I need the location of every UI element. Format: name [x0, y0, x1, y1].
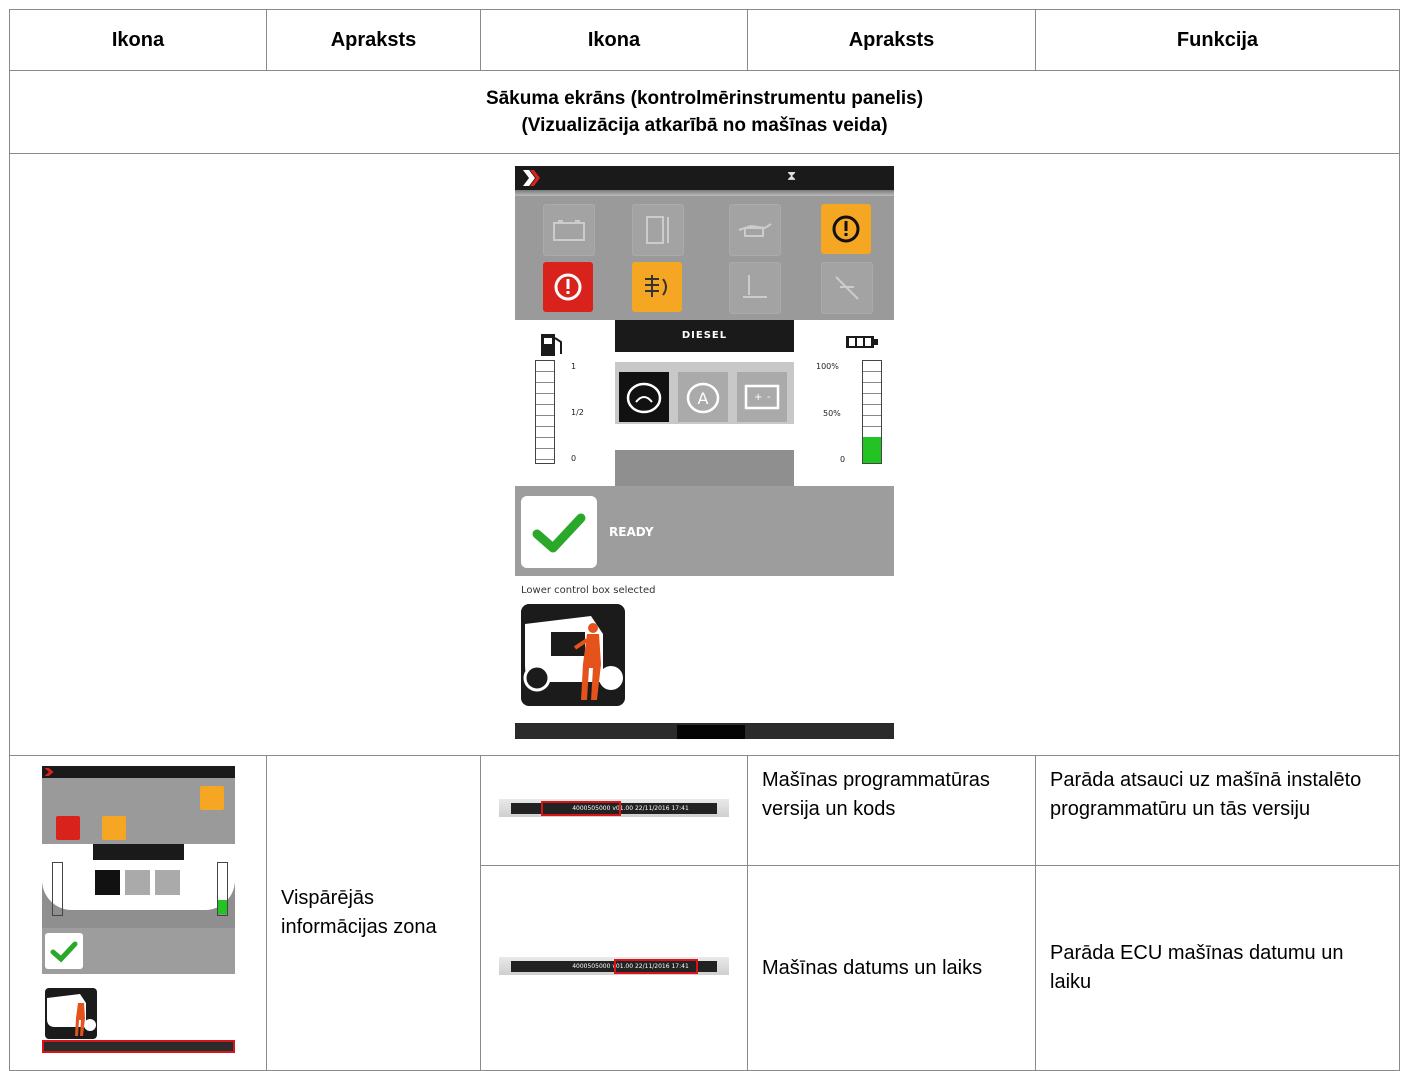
- fuel-tick-full: 1: [571, 361, 577, 371]
- header-icon-1: Ikona: [9, 9, 267, 71]
- software-strip-cell: 4000505000 v01.00 22/11/2016 17:41: [480, 755, 748, 866]
- engine-alarm-icon: [543, 261, 593, 312]
- svg-text:+: +: [754, 392, 762, 403]
- header-function: Funkcija: [1035, 9, 1400, 71]
- fuel-level-bar: [535, 359, 555, 464]
- auto-mode-icon: A: [686, 382, 720, 413]
- thumb-battery-fill: [217, 900, 227, 914]
- thumbnail-cell: [9, 755, 267, 1071]
- ready-check-tile: [521, 495, 597, 568]
- svg-text:A: A: [698, 389, 709, 408]
- thumb-auto-icon: [124, 870, 150, 895]
- dashboard-image-cell: ⧗ DIESEL 1 1/2 0 100% 50% 0 A + - READY …: [9, 153, 1400, 756]
- zone-description: Vispārējās informācijas zona: [266, 755, 481, 1071]
- section-title-line-2: (Vizualizācija atkarībā no mašīnas veida…: [521, 115, 888, 136]
- thumb-fuel-bar: [51, 862, 63, 916]
- dashboard-image-row: ⧗ DIESEL 1 1/2 0 100% 50% 0 A + - READY …: [9, 153, 1400, 756]
- thumb-air-filter-icon: [101, 816, 126, 840]
- thumb-engine-alarm-icon: [55, 816, 80, 840]
- battery-tick-half: 50%: [823, 408, 841, 418]
- coolant-temperature-icon: [632, 203, 684, 256]
- engine-warning-icon: [821, 203, 871, 254]
- legend-table: Ikona Apraksts Ikona Apraksts Funkcija S…: [9, 9, 1400, 1071]
- fuel-tick-half: 1/2: [571, 407, 584, 417]
- datetime-highlight-box: [614, 958, 698, 974]
- info-row-1: Vispārējās informācijas zona 4000505000 …: [9, 755, 1400, 1071]
- auto-mode-icon-tile: A: [678, 371, 728, 422]
- software-code-2: 4000505000: [572, 962, 611, 970]
- fuel-pump-icon: [541, 333, 562, 356]
- bottom-bar-center: [677, 724, 745, 739]
- header-row: Ikona Apraksts Ikona Apraksts Funkcija: [9, 9, 1400, 71]
- hourglass-icon: ⧗: [787, 168, 797, 184]
- battery-level-fill: [863, 437, 881, 463]
- datetime-strip-cell: 4000505000 v01.00 22/11/2016 17:41: [480, 865, 748, 1071]
- checkmark-icon: [532, 513, 586, 552]
- section-row: Sākuma ekrāns (kontrolmērinstrumentu pan…: [9, 70, 1400, 154]
- row1-description: Mašīnas programmatūras versija un kods: [747, 755, 1036, 866]
- brand-logo-icon: [523, 169, 540, 186]
- status-text: READY: [609, 524, 654, 539]
- air-filter-icon: [632, 261, 682, 312]
- software-version-strip: 4000505000 v01.00 22/11/2016 17:41: [499, 799, 729, 817]
- glow-plug-icon: [821, 261, 873, 314]
- thumb-engine-icon: [94, 870, 120, 895]
- row1-function: Parāda atsauci uz mašīnā instalēto progr…: [1035, 755, 1400, 866]
- battery-icon: [846, 335, 878, 348]
- header-icon-2: Ikona: [480, 9, 748, 71]
- battery-tick-empty: 0: [840, 454, 846, 464]
- oil-pressure-icon: [729, 203, 781, 256]
- thumb-control-box-icon: [44, 988, 97, 1039]
- fuel-type-label: DIESEL: [615, 319, 794, 352]
- separator: [515, 189, 894, 196]
- header-description-2: Apraksts: [747, 9, 1036, 71]
- fuel-tick-empty: 0: [571, 453, 577, 463]
- engine-icon: [626, 382, 662, 413]
- strip-datetime: 22/11/2016 17:41: [634, 805, 689, 812]
- svg-text:-: -: [767, 392, 771, 403]
- dashboard-screenshot: ⧗ DIESEL 1 1/2 0 100% 50% 0 A + - READY …: [515, 165, 894, 739]
- datetime-strip: 4000505000 v01.00 22/11/2016 17:41: [499, 956, 729, 975]
- control-box-text: Lower control box selected: [521, 584, 656, 596]
- top-bar: [515, 165, 894, 190]
- software-highlight-box: [541, 801, 621, 816]
- thumb-top-bar: [41, 766, 235, 778]
- battery-status-icon: + -: [744, 384, 780, 409]
- battery-charge-icon: [543, 203, 595, 256]
- section-title: Sākuma ekrāns (kontrolmērinstrumentu pan…: [9, 70, 1400, 154]
- thumb-checkmark-icon: [50, 941, 77, 963]
- dashboard-thumbnail: [41, 766, 235, 1056]
- battery-tick-full: 100%: [816, 361, 839, 371]
- lower-control-box-icon: [521, 603, 625, 706]
- thumb-engine-warning-icon: [199, 786, 224, 810]
- row2-description: Mašīnas datums un laiks: [747, 865, 1036, 1071]
- battery-status-icon-tile: + -: [737, 371, 787, 422]
- water-in-fuel-icon: [729, 261, 781, 314]
- battery-level-bar: [862, 359, 882, 464]
- thumb-diesel-bar: [92, 844, 184, 860]
- engine-icon-tile: [619, 371, 669, 422]
- thumb-check-tile: [44, 933, 83, 969]
- row2-function: Parāda ECU mašīnas datumu un laiku: [1035, 865, 1400, 1071]
- header-description-1: Apraksts: [266, 9, 481, 71]
- section-title-line-1: Sākuma ekrāns (kontrolmērinstrumentu pan…: [485, 88, 924, 109]
- thumb-battery-status-icon: [154, 870, 180, 895]
- thumb-highlight-box: [41, 1040, 235, 1053]
